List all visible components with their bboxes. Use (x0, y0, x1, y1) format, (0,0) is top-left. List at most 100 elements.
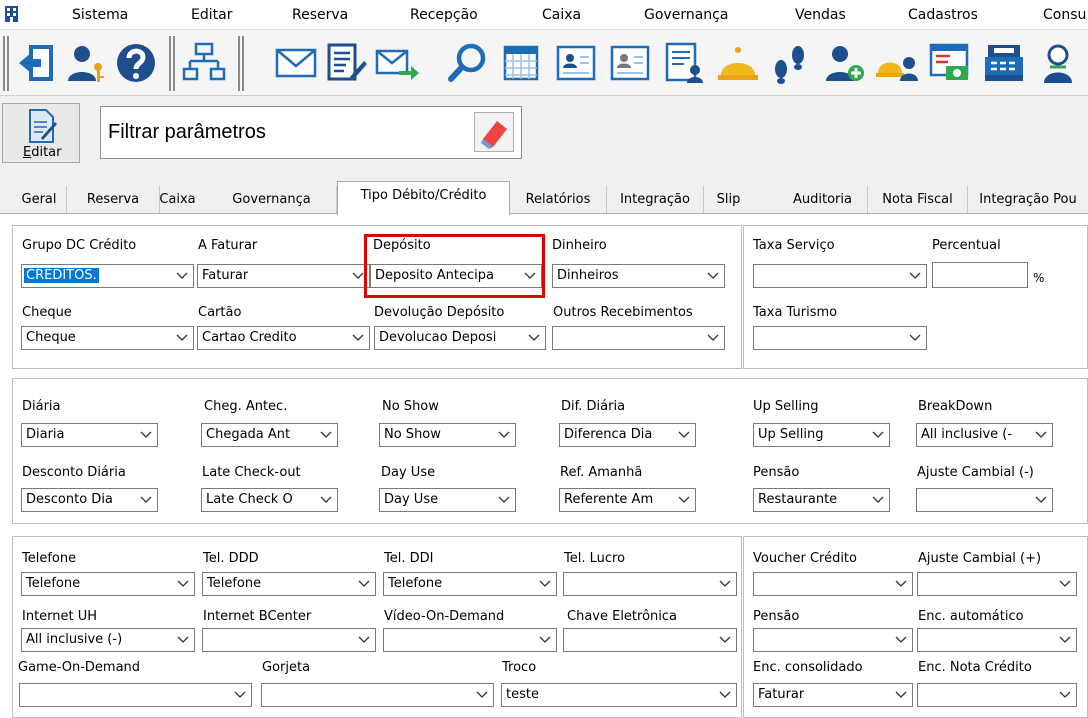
combo-enc-consolidado[interactable]: Faturar (753, 683, 913, 707)
footsteps-button[interactable] (766, 36, 814, 90)
combo-telefone[interactable]: Telefone (21, 572, 195, 596)
help-button[interactable] (112, 36, 160, 90)
combo-pensao[interactable]: Restaurante (753, 488, 890, 512)
guest-card-button[interactable] (552, 36, 600, 90)
send-mail-button[interactable] (373, 36, 421, 90)
receptionist-button[interactable] (1034, 36, 1082, 90)
edit-document-icon (29, 109, 57, 143)
tab-nota-fiscal[interactable]: Nota Fiscal (868, 186, 968, 213)
menu-cadastros[interactable]: Cadastros (908, 7, 978, 23)
clear-filter-button[interactable] (474, 112, 514, 152)
label-tel-ddi: Tel. DDI (384, 551, 434, 566)
tab-integracao-pou[interactable]: Integração Pou (968, 186, 1088, 213)
tab-governanca[interactable]: Governança (207, 186, 337, 213)
user-key-button[interactable] (62, 36, 110, 90)
tab-relatorios[interactable]: Relatórios (510, 186, 607, 213)
menu-editar[interactable]: Editar (191, 7, 232, 23)
tab-slip[interactable]: Slip (704, 186, 753, 213)
tab-caixa[interactable]: Caixa (148, 186, 207, 213)
menu-recepcao[interactable]: Recepção (410, 7, 478, 23)
tab-geral[interactable]: Geral (12, 186, 67, 213)
label-desconto-diaria: Desconto Diária (22, 465, 126, 480)
document-edit-button[interactable] (322, 36, 370, 90)
combo-chave-eletronica[interactable] (563, 628, 737, 652)
combo-cheg-antec[interactable]: Chegada Ant (201, 423, 338, 447)
label-grupo-dc-credito: Grupo DC Crédito (22, 238, 137, 253)
combo-diaria[interactable]: Diaria (21, 423, 158, 447)
combo-gorjeta[interactable] (261, 683, 494, 707)
combo-internet-bcenter[interactable] (202, 628, 376, 652)
tab-integracao[interactable]: Integração (607, 186, 704, 213)
add-user-button[interactable] (820, 36, 868, 90)
bell-user-button[interactable] (874, 36, 922, 90)
filter-parameters-input[interactable]: Filtrar parâmetros (100, 106, 522, 159)
combo-cartao[interactable]: Cartao Credito (197, 326, 370, 350)
label-ajuste-cambial-menos: Ajuste Cambial (-) (917, 465, 1034, 480)
menu-governanca[interactable]: Governança (644, 7, 728, 23)
combo-tel-lucro[interactable] (563, 572, 737, 596)
combo-taxa-servico[interactable] (753, 264, 927, 288)
combo-enc-automatico[interactable] (917, 628, 1077, 652)
combo-voucher-credito[interactable] (753, 572, 913, 596)
menu-caixa[interactable]: Caixa (542, 7, 581, 23)
chevron-down-icon (140, 431, 152, 438)
combo-troco[interactable]: teste (501, 683, 737, 707)
calendar-button[interactable] (497, 36, 545, 90)
combo-a-faturar[interactable]: Faturar (197, 264, 370, 288)
menu-sistema[interactable]: Sistema (72, 7, 128, 23)
exit-button[interactable] (13, 36, 61, 90)
edit-button[interactable]: Editar (2, 103, 80, 163)
cashier-screen-button[interactable] (926, 36, 974, 90)
label-a-faturar: A Faturar (198, 238, 258, 253)
combo-game-on-demand[interactable] (19, 683, 252, 707)
combo-outros-recebimentos[interactable] (552, 326, 725, 350)
tab-reserva[interactable]: Reserva (67, 186, 160, 213)
toolbar-grip[interactable] (3, 36, 9, 91)
cash-register-button[interactable] (980, 36, 1028, 90)
combo-ref-amanha[interactable]: Referente Am (559, 488, 696, 512)
label-enc-automatico: Enc. automático (918, 609, 1024, 624)
toolbar-separator (169, 36, 175, 91)
guest-card-2-button[interactable] (606, 36, 654, 90)
combo-ajuste-cambial-mais[interactable] (917, 572, 1077, 596)
combo-ajuste-cambial-menos[interactable] (916, 488, 1053, 512)
label-ajuste-cambial-mais: Ajuste Cambial (+) (918, 551, 1042, 566)
combo-internet-uh[interactable]: All inclusive (-) (21, 628, 195, 652)
menu-vendas[interactable]: Vendas (795, 7, 846, 23)
combo-pensao-2[interactable] (753, 628, 913, 652)
tab-auditoria[interactable]: Auditoria (778, 186, 868, 213)
chevron-down-icon (498, 496, 510, 503)
report-button[interactable] (660, 36, 708, 90)
combo-desconto-diaria[interactable]: Desconto Dia (21, 488, 158, 512)
tab-tipo-debito-credito[interactable]: Tipo Débito/Crédito (337, 181, 510, 215)
chevron-down-icon (895, 580, 907, 587)
menu-consultas[interactable]: Consu (1043, 7, 1086, 23)
label-taxa-servico: Taxa Serviço (753, 238, 835, 253)
app-icon[interactable] (3, 4, 20, 24)
combo-up-selling[interactable]: Up Selling (753, 423, 890, 447)
combo-late-checkout[interactable]: Late Check O (201, 488, 338, 512)
combo-taxa-turismo[interactable] (753, 326, 927, 350)
combo-video-on-demand[interactable] (383, 628, 557, 652)
bell-button[interactable] (714, 36, 762, 90)
combo-tel-ddi[interactable]: Telefone (383, 572, 557, 596)
combo-grupo-dc-credito[interactable]: CREDITOS. (21, 264, 194, 288)
combo-value: Telefone (26, 576, 81, 591)
mail-button[interactable] (272, 36, 320, 90)
combo-dif-diaria[interactable]: Diferenca Dia (559, 423, 696, 447)
chevron-down-icon (719, 580, 731, 587)
combo-devolucao-deposito[interactable]: Devolucao Deposi (374, 326, 546, 350)
combo-day-use[interactable]: Day Use (379, 488, 516, 512)
search-button[interactable] (444, 36, 492, 90)
org-chart-button[interactable] (180, 36, 228, 90)
menu-reserva[interactable]: Reserva (292, 7, 348, 23)
label-dif-diaria: Dif. Diária (561, 399, 626, 414)
combo-dinheiro[interactable]: Dinheiros (552, 264, 725, 288)
combo-tel-ddd[interactable]: Telefone (202, 572, 376, 596)
combo-value: Up Selling (758, 427, 824, 442)
combo-enc-nota-credito[interactable] (917, 683, 1077, 707)
combo-breakdown[interactable]: All inclusive (- (916, 423, 1053, 447)
combo-cheque[interactable]: Cheque (21, 326, 194, 350)
input-percentual[interactable] (932, 262, 1028, 288)
combo-no-show[interactable]: No Show (379, 423, 516, 447)
